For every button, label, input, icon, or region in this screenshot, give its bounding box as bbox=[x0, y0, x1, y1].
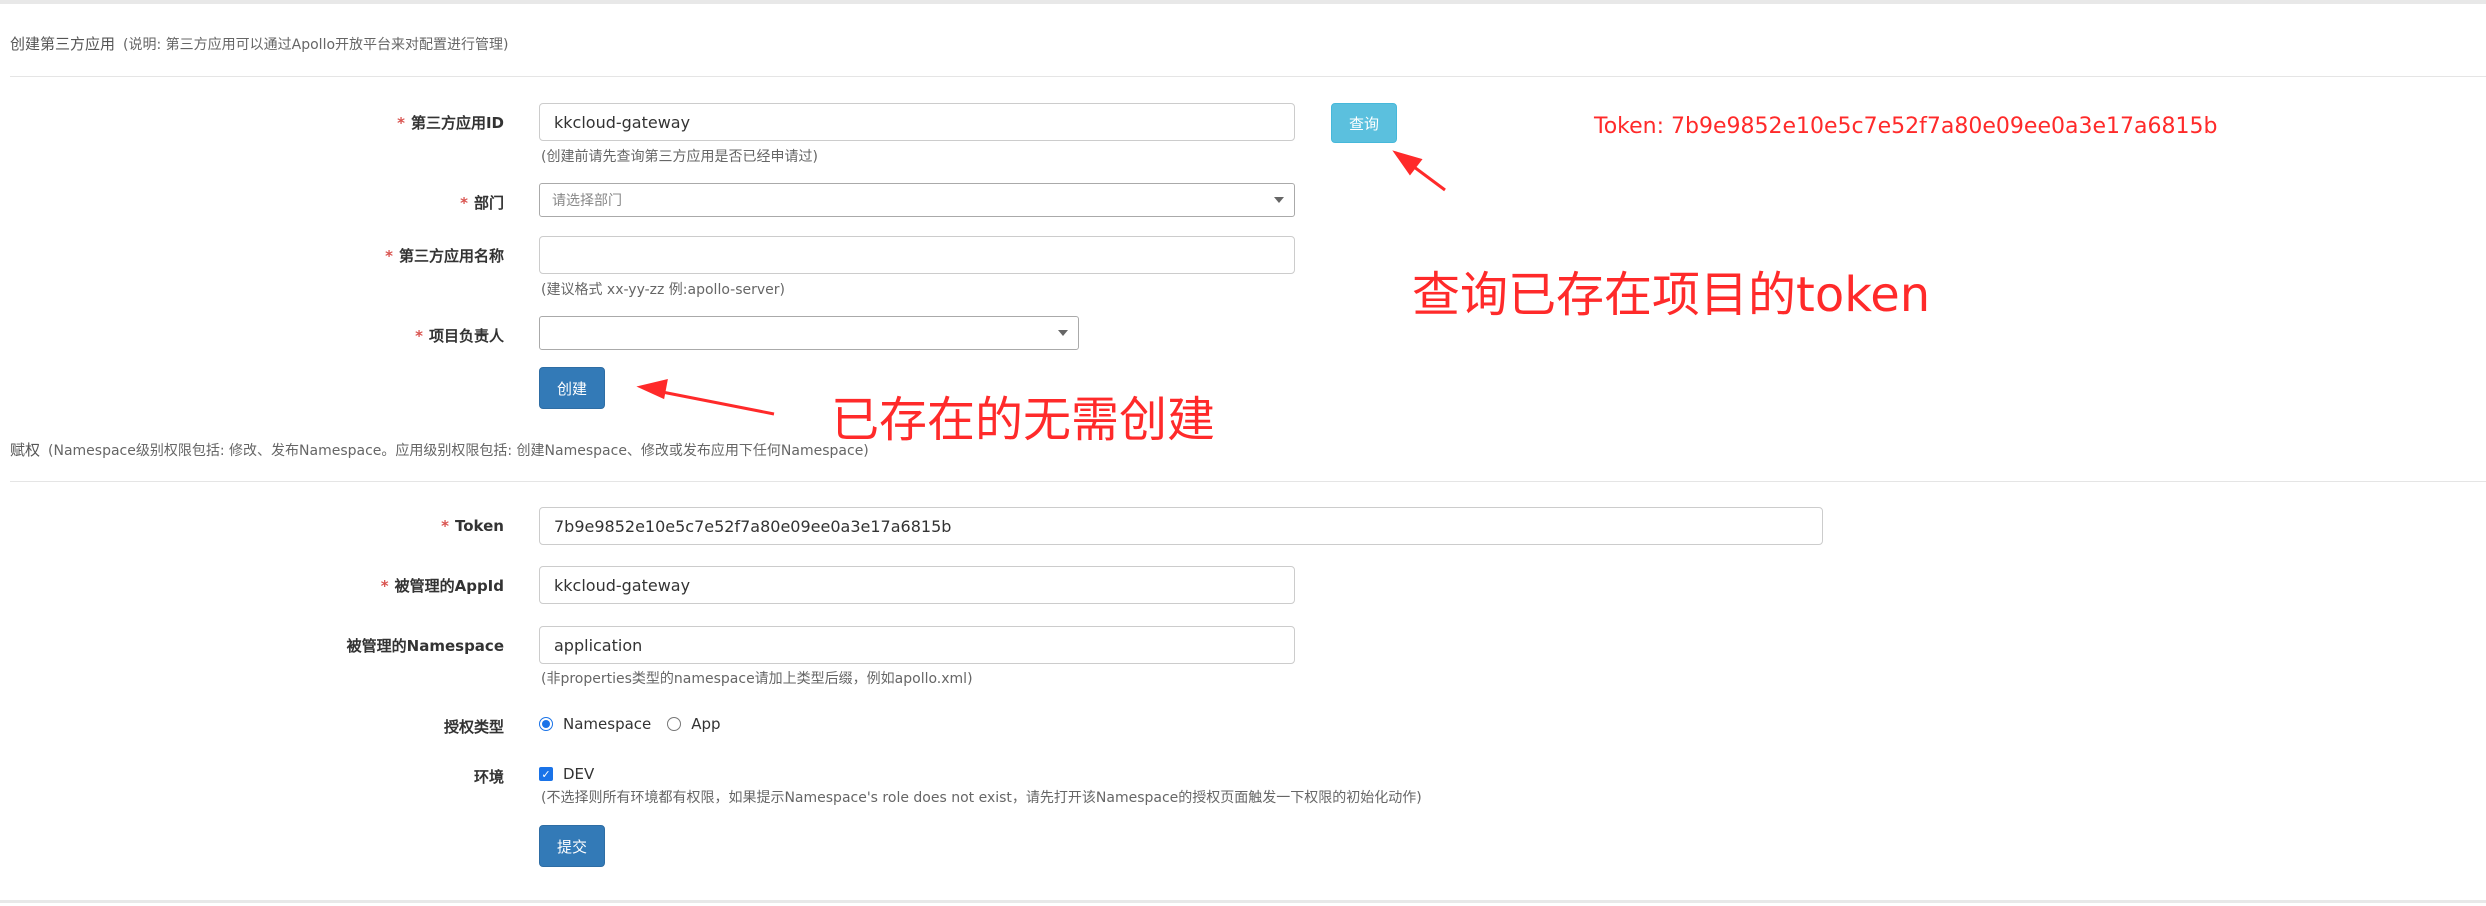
managed-namespace-label: 被管理的Namespace bbox=[346, 637, 504, 655]
check-icon[interactable]: ✓ bbox=[539, 767, 553, 781]
section-divider bbox=[10, 481, 2486, 482]
token-label: * Token bbox=[14, 517, 504, 535]
managed-namespace-help: (非properties类型的namespace请加上类型后缀，例如apollo… bbox=[541, 671, 973, 687]
radio-namespace-label: Namespace bbox=[563, 715, 652, 733]
managed-appid-value: kkcloud-gateway bbox=[554, 575, 691, 595]
section-title-grant: 赋权 (Namespace级别权限包括: 修改、发布Namespace。应用级别权… bbox=[10, 439, 869, 460]
grant-type-label: 授权类型 bbox=[443, 718, 504, 736]
managed-namespace-input[interactable]: application bbox=[539, 626, 1295, 664]
section-title-text: 创建第三方应用 bbox=[10, 35, 116, 53]
annotation-exists-hint: 已存在的无需创建 bbox=[831, 392, 1216, 448]
required-mark: * bbox=[385, 247, 393, 265]
required-mark: * bbox=[380, 577, 389, 595]
radio-namespace[interactable] bbox=[539, 717, 553, 731]
token-input[interactable]: 7b9e9852e10e5c7e52f7a80e09ee0a3e17a6815b bbox=[539, 507, 1823, 545]
app-id-label: * 第三方应用ID bbox=[14, 112, 504, 133]
managed-appid-input[interactable]: kkcloud-gateway bbox=[539, 566, 1295, 604]
annotation-token-result: Token: 7b9e9852e10e5c7e52f7a80e09ee0a3e1… bbox=[1594, 114, 2218, 139]
radio-app-label: App bbox=[691, 715, 721, 733]
create-button[interactable]: 创建 bbox=[539, 367, 605, 409]
bottom-border bbox=[0, 900, 2486, 903]
required-mark: * bbox=[441, 517, 450, 535]
env-checkbox-row: ✓ DEV bbox=[539, 765, 594, 783]
managed-namespace-value: application bbox=[554, 635, 643, 655]
annotation-query-hint: 查询已存在项目的token bbox=[1412, 267, 1931, 323]
section-title-text: 赋权 bbox=[10, 441, 41, 459]
section-divider bbox=[10, 76, 2486, 77]
grant-type-radio-group: Namespace App bbox=[539, 715, 721, 733]
managed-appid-label: * 被管理的AppId bbox=[14, 575, 504, 596]
token-value: 7b9e9852e10e5c7e52f7a80e09ee0a3e17a6815b bbox=[554, 516, 952, 536]
managed-appid-label-text: 被管理的AppId bbox=[394, 577, 504, 595]
section-title-create-app: 创建第三方应用 (说明: 第三方应用可以通过Apollo开放平台来对配置进行管理) bbox=[10, 33, 508, 54]
owner-select[interactable] bbox=[539, 316, 1079, 350]
arrow-to-query-icon bbox=[1392, 150, 1446, 192]
app-name-label: * 第三方应用名称 bbox=[14, 245, 504, 266]
arrow-to-create-icon bbox=[636, 379, 775, 416]
department-select[interactable]: 请选择部门 bbox=[539, 183, 1295, 217]
top-border bbox=[0, 0, 2486, 4]
owner-label: * 项目负责人 bbox=[14, 325, 504, 346]
owner-label-text: 项目负责人 bbox=[428, 327, 504, 345]
section-note: (Namespace级别权限包括: 修改、发布Namespace。应用级别权限包… bbox=[48, 443, 869, 459]
env-label: 环境 bbox=[473, 768, 504, 786]
radio-app[interactable] bbox=[667, 717, 682, 731]
required-mark: * bbox=[460, 194, 468, 212]
app-id-value: kkcloud-gateway bbox=[554, 112, 691, 132]
app-name-help: (建议格式 xx-yy-zz 例:apollo-server) bbox=[541, 282, 785, 298]
required-mark: * bbox=[415, 327, 423, 345]
department-label-text: 部门 bbox=[473, 194, 504, 212]
token-label-text: Token bbox=[455, 517, 504, 535]
chevron-down-icon bbox=[1274, 197, 1284, 203]
app-id-label-text: 第三方应用ID bbox=[410, 114, 504, 132]
section-note: (说明: 第三方应用可以通过Apollo开放平台来对配置进行管理) bbox=[123, 37, 509, 53]
query-button[interactable]: 查询 bbox=[1331, 103, 1397, 143]
department-label: * 部门 bbox=[14, 192, 504, 213]
env-help: (不选择则所有环境都有权限，如果提示Namespace's role does … bbox=[541, 790, 1422, 806]
department-placeholder: 请选择部门 bbox=[552, 193, 622, 209]
app-name-label-text: 第三方应用名称 bbox=[398, 247, 504, 265]
submit-button[interactable]: 提交 bbox=[539, 825, 605, 867]
app-id-input[interactable]: kkcloud-gateway bbox=[539, 103, 1295, 141]
app-id-help: (创建前请先查询第三方应用是否已经申请过) bbox=[541, 149, 818, 165]
app-name-input[interactable] bbox=[539, 236, 1295, 274]
env-dev-label: DEV bbox=[563, 765, 595, 783]
required-mark: * bbox=[397, 114, 405, 132]
chevron-down-icon bbox=[1058, 330, 1068, 336]
